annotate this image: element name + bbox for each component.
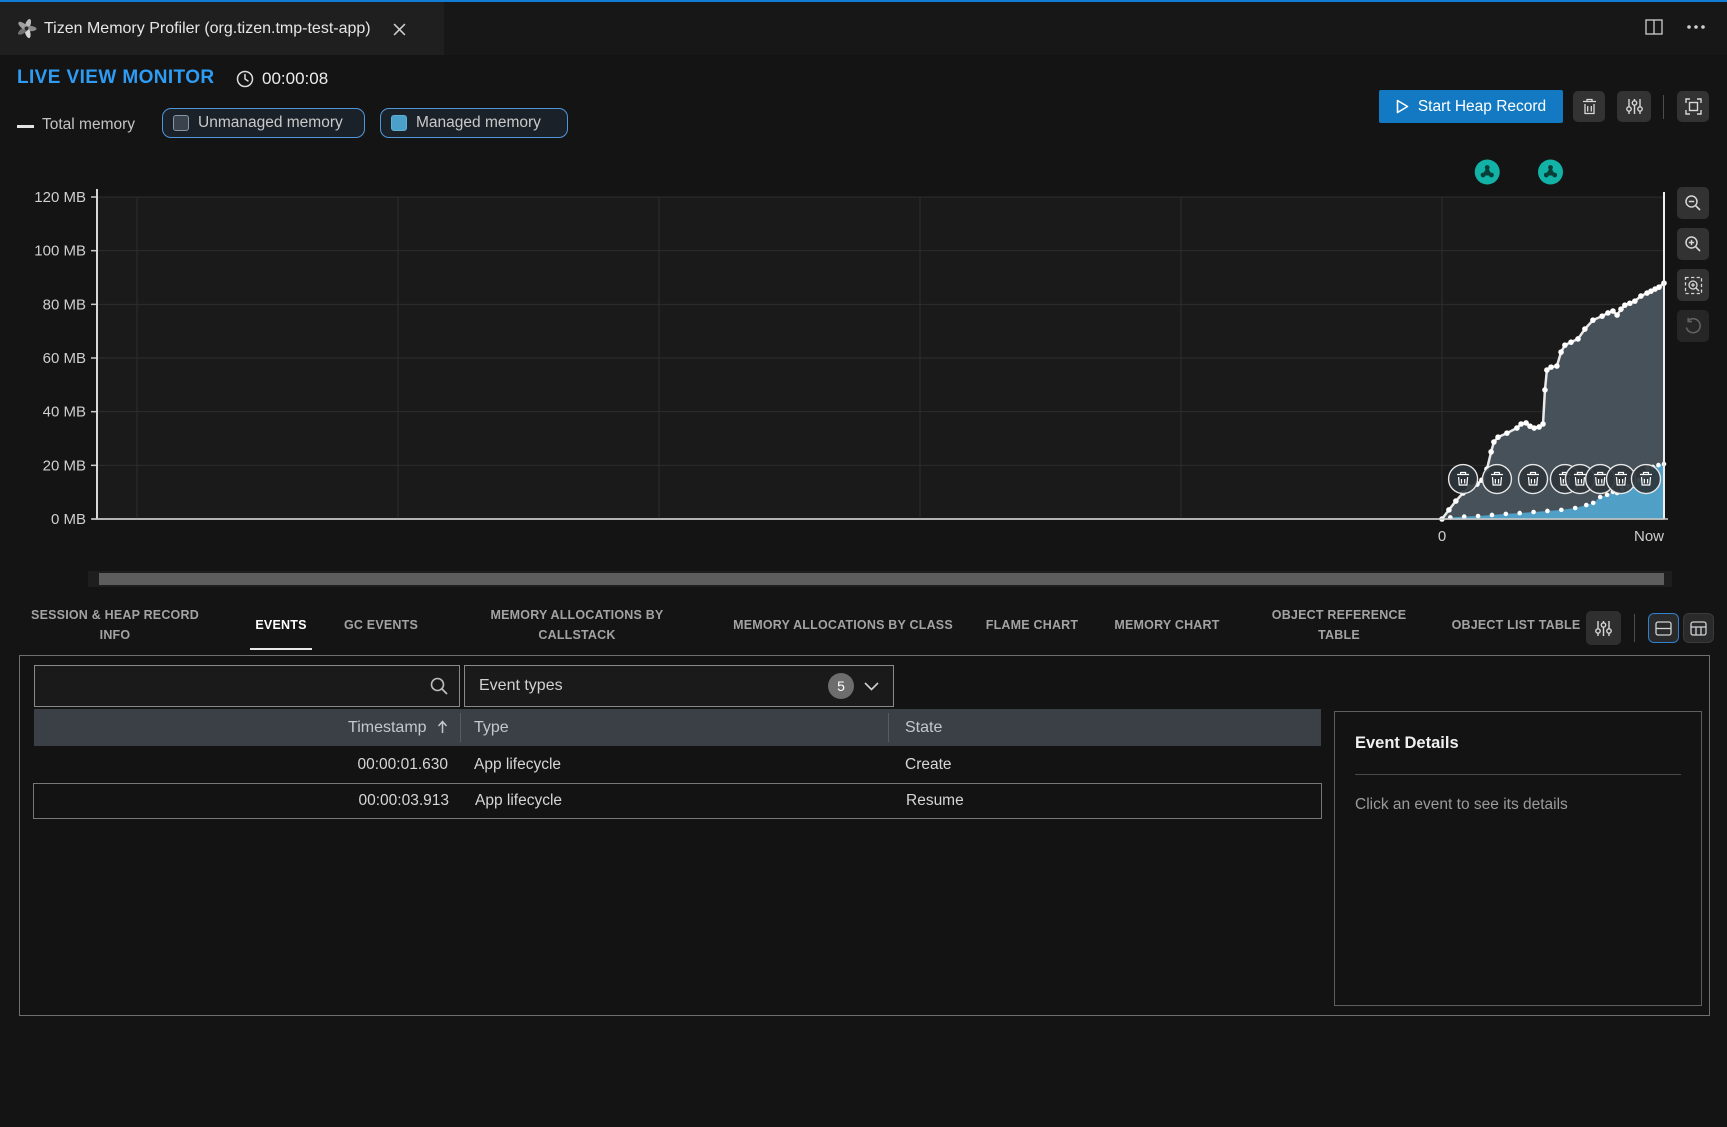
event-timestamp: 00:00:01.630 (33, 747, 448, 783)
layout-grid-icon[interactable] (1683, 613, 1714, 643)
unmanaged-memory-checkbox[interactable] (173, 115, 189, 131)
event-types-dropdown[interactable]: Event types 5 (464, 665, 894, 707)
y-tick-label: 0 MB (51, 511, 86, 528)
tizen-memory-profiler-window: Tizen Memory Profiler (org.tizen.tmp-tes… (0, 0, 1727, 1127)
event-type: App lifecycle (475, 784, 885, 818)
section-tab-memory-allocations-by-callstack[interactable]: MEMORY ALLOCATIONS BY CALLSTACK (461, 600, 693, 650)
event-types-count-badge: 5 (828, 673, 854, 699)
event-types-label: Event types (479, 677, 828, 695)
start-heap-record-label: Start Heap Record (1418, 98, 1546, 116)
legend-total-memory: Total memory (42, 116, 135, 134)
total-memory-line-swatch (17, 125, 34, 128)
section-tab-flame-chart[interactable]: FLAME CHART (971, 600, 1093, 650)
section-tab-object-reference-table[interactable]: OBJECT REFERENCE TABLE (1253, 600, 1425, 650)
section-tab-label: OBJECT REFERENCE TABLE (1253, 605, 1425, 645)
event-details-title: Event Details (1355, 734, 1459, 753)
window-top-accent-line (0, 0, 1727, 2)
event-details-placeholder: Click an event to see its details (1355, 796, 1568, 814)
section-tab-memory-allocations-by-class[interactable]: MEMORY ALLOCATIONS BY CLASS (727, 600, 959, 650)
chevron-down-icon (864, 682, 879, 691)
chart-hscrollbar-track[interactable] (88, 571, 1672, 587)
start-heap-record-button[interactable]: Start Heap Record (1379, 90, 1563, 123)
table-settings-sliders-icon[interactable] (1586, 611, 1621, 645)
elapsed-time: 00:00:08 (262, 69, 328, 89)
section-tab-memory-chart[interactable]: MEMORY CHART (1106, 600, 1228, 650)
play-icon (1396, 99, 1409, 114)
y-tick-label: 120 MB (34, 189, 86, 206)
events-panel: Event types 5 Timestamp Type State 00:00… (19, 655, 1710, 1016)
section-tab-label: MEMORY ALLOCATIONS BY CALLSTACK (461, 605, 693, 645)
event-type: App lifecycle (474, 747, 884, 783)
toolbar-separator (1663, 95, 1664, 119)
event-row[interactable]: 00:00:03.913 App lifecycle Resume (33, 783, 1322, 819)
section-tab-object-list-table[interactable]: OBJECT LIST TABLE (1445, 600, 1587, 650)
managed-memory-checkbox[interactable] (391, 115, 407, 131)
event-state: Resume (906, 784, 1306, 818)
section-tab-label: MEMORY CHART (1114, 615, 1219, 635)
zoom-out-icon[interactable] (1677, 187, 1709, 219)
page-title: LIVE VIEW MONITOR (17, 67, 215, 89)
section-tab-label: GC EVENTS (344, 615, 418, 635)
event-row[interactable]: 00:00:01.630 App lifecycle Create (33, 747, 1322, 783)
column-header-state[interactable]: State (905, 709, 942, 746)
editor-tab-memory-profiler[interactable]: Tizen Memory Profiler (org.tizen.tmp-tes… (0, 2, 444, 55)
event-state: Create (905, 747, 1305, 783)
divider (1355, 774, 1681, 775)
toggle-managed-memory[interactable]: Managed memory (380, 108, 568, 138)
search-icon (429, 676, 449, 696)
events-table-header: Timestamp Type State (34, 709, 1321, 746)
tabbar-separator (1634, 614, 1635, 642)
clock-icon (236, 70, 254, 93)
y-tick-label: 80 MB (43, 296, 86, 313)
chart-settings-sliders-icon[interactable] (1617, 91, 1651, 122)
x-tick-end-label: Now (1634, 528, 1664, 545)
y-tick-label: 60 MB (43, 350, 86, 367)
section-tab-label: MEMORY ALLOCATIONS BY CLASS (733, 615, 953, 635)
sort-asc-icon (437, 720, 448, 734)
section-tab-label: FLAME CHART (986, 615, 1078, 635)
clear-chart-trash-icon[interactable] (1573, 91, 1605, 122)
column-divider (888, 713, 889, 742)
live-memory-chart[interactable] (97, 180, 1664, 520)
y-tick-label: 40 MB (43, 404, 86, 421)
column-divider (460, 713, 461, 742)
reset-zoom-icon[interactable] (1677, 310, 1709, 342)
section-tab-gc-events[interactable]: GC EVENTS (335, 600, 427, 650)
y-tick-label: 20 MB (43, 457, 86, 474)
split-editor-icon[interactable] (1640, 14, 1668, 40)
layout-rows-icon[interactable] (1648, 613, 1679, 643)
legend-managed-label: Managed memory (416, 114, 541, 132)
editor-tab-bar: Tizen Memory Profiler (org.tizen.tmp-tes… (0, 0, 1727, 55)
event-timestamp: 00:00:03.913 (34, 784, 449, 818)
more-actions-icon[interactable] (1682, 14, 1710, 40)
section-tab-label: SESSION & HEAP RECORD INFO (15, 605, 215, 645)
column-header-type[interactable]: Type (474, 709, 509, 746)
section-tab-events[interactable]: EVENTS (226, 600, 336, 650)
x-tick-start-label: 0 (1438, 528, 1446, 545)
section-tab-bar: SESSION & HEAP RECORD INFO EVENTS GC EVENT… (0, 600, 1727, 654)
legend-unmanaged-label: Unmanaged memory (198, 114, 343, 132)
column-header-timestamp[interactable]: Timestamp (34, 709, 448, 746)
event-search-input[interactable] (35, 677, 429, 695)
editor-tab-title: Tizen Memory Profiler (org.tizen.tmp-tes… (44, 20, 371, 38)
event-details-panel: Event Details Click an event to see its … (1334, 711, 1702, 1006)
toggle-unmanaged-memory[interactable]: Unmanaged memory (162, 108, 365, 138)
event-search-box (34, 665, 460, 707)
section-tab-label: OBJECT LIST TABLE (1452, 615, 1581, 635)
y-tick-label: 100 MB (34, 243, 86, 260)
zoom-in-icon[interactable] (1677, 228, 1709, 260)
section-tab-label: EVENTS (255, 615, 306, 635)
close-tab-icon[interactable] (388, 18, 410, 40)
zoom-selection-icon[interactable] (1677, 269, 1709, 301)
chart-hscrollbar-thumb[interactable] (99, 573, 1664, 585)
tizen-logo-icon (16, 18, 37, 44)
fullscreen-icon[interactable] (1677, 91, 1709, 122)
section-tab-session-heap-record-info[interactable]: SESSION & HEAP RECORD INFO (15, 600, 215, 650)
